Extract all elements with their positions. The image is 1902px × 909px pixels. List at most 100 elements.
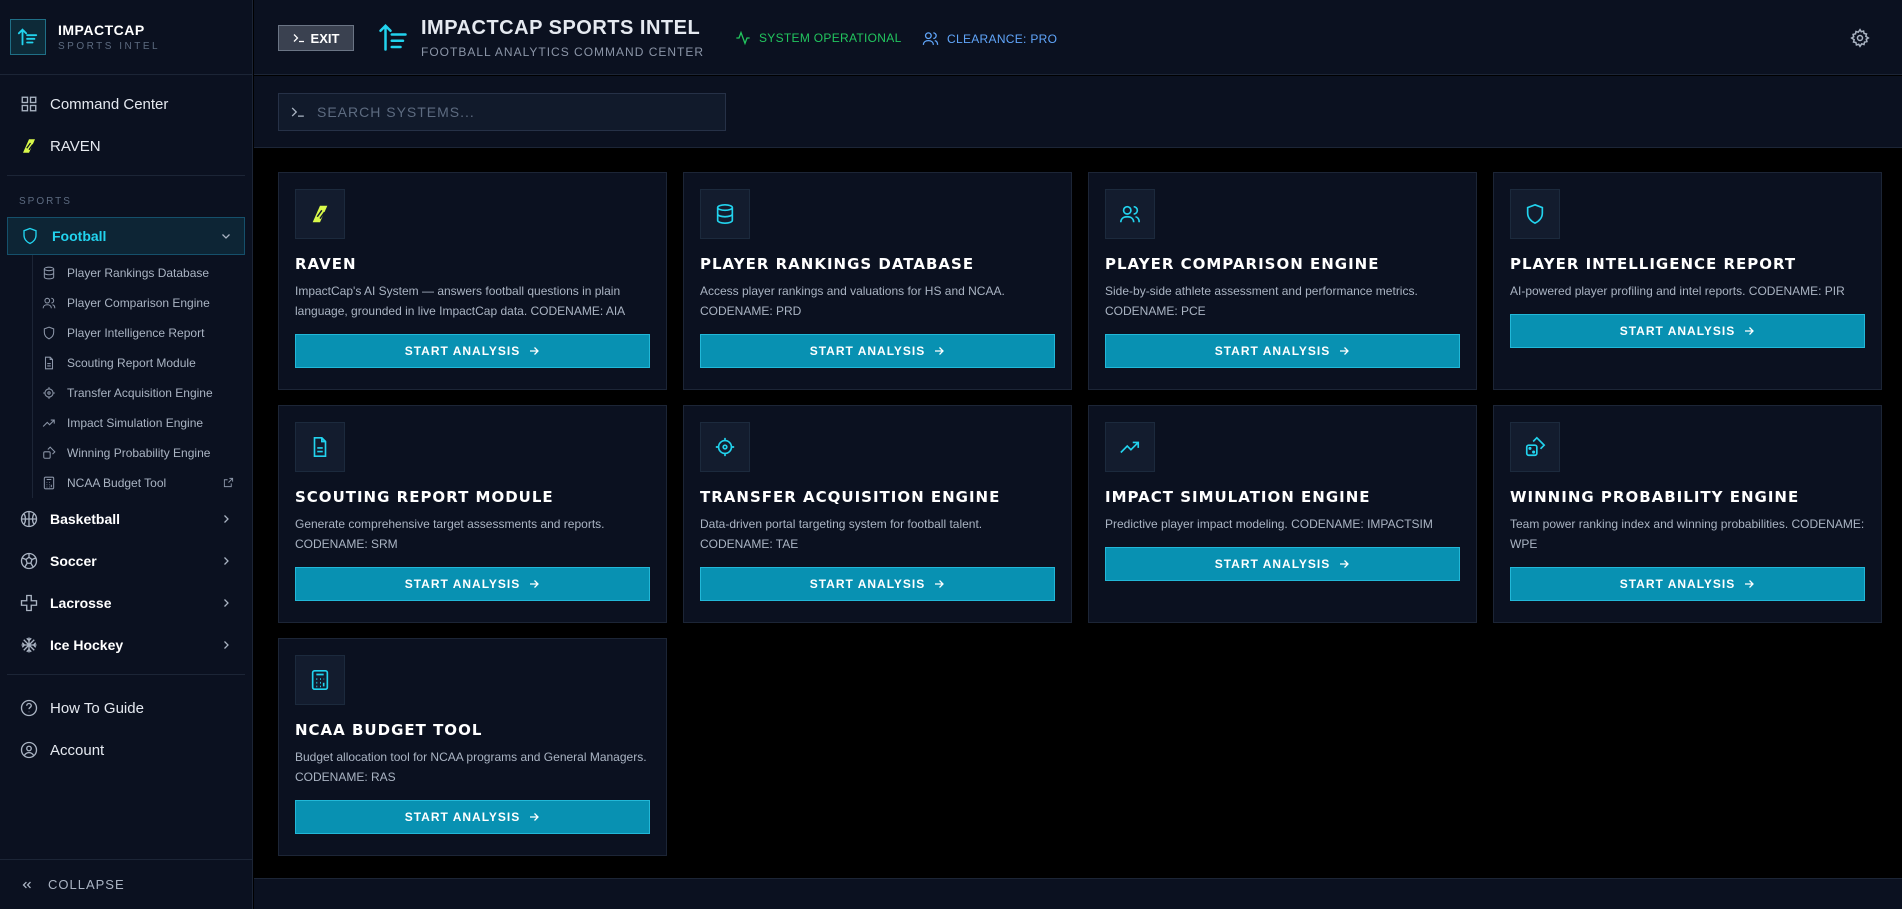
sub-item-impact-simulation[interactable]: Impact Simulation Engine <box>33 408 252 438</box>
button-label: START ANALYSIS <box>809 577 926 591</box>
start-analysis-button[interactable]: START ANALYSIS <box>1510 314 1865 348</box>
card-description: AI-powered player profiling and intel re… <box>1510 284 1845 298</box>
document-icon <box>44 356 54 370</box>
start-analysis-button[interactable]: START ANALYSIS <box>1105 334 1460 368</box>
card-title: PLAYER INTELLIGENCE REPORT <box>1510 255 1797 273</box>
system-card-winning-probability: WINNING PROBABILITY ENGINE Team power ra… <box>1493 405 1882 623</box>
button-label: START ANALYSIS <box>1214 344 1331 358</box>
sidebar-divider <box>7 175 245 176</box>
sport-label: Basketball <box>50 511 121 527</box>
trending-up-icon <box>1120 441 1140 454</box>
card-title: IMPACT SIMULATION ENGINE <box>1105 488 1371 506</box>
sport-lacrosse[interactable]: Lacrosse <box>0 582 252 624</box>
nav-how-to-guide-label: How To Guide <box>50 699 144 717</box>
dice-icon <box>1525 436 1546 457</box>
gear-icon[interactable] <box>1850 28 1870 48</box>
footer-band <box>254 878 1902 909</box>
page-subtitle: FOOTBALL ANALYTICS COMMAND CENTER <box>421 45 705 59</box>
card-icon-box <box>1105 422 1155 472</box>
document-icon <box>313 437 327 457</box>
calculator-icon <box>311 670 329 690</box>
sport-ice-hockey[interactable]: Ice Hockey <box>0 624 252 666</box>
chevron-right-icon <box>224 641 229 649</box>
sub-item-transfer-acquisition[interactable]: Transfer Acquisition Engine <box>33 378 252 408</box>
system-card-player-rankings: PLAYER RANKINGS DATABASE Access player r… <box>683 172 1072 390</box>
button-label: START ANALYSIS <box>404 577 521 591</box>
sub-item-ncaa-budget[interactable]: NCAA Budget Tool <box>33 468 252 498</box>
search-input[interactable] <box>317 104 697 120</box>
arrow-right-icon <box>530 580 540 588</box>
nav-command-center[interactable]: Command Center <box>0 83 252 125</box>
exit-label: EXIT <box>310 30 340 46</box>
sub-item-label: NCAA Budget Tool <box>67 476 167 490</box>
system-card-ncaa-budget: NCAA BUDGET TOOL Budget allocation tool … <box>278 638 667 856</box>
start-analysis-button[interactable]: START ANALYSIS <box>295 800 650 834</box>
sub-item-winning-probability[interactable]: Winning Probability Engine <box>33 438 252 468</box>
page-title: IMPACTCAP SPORTS INTEL <box>421 17 701 39</box>
sport-football[interactable]: Football <box>7 217 245 255</box>
card-title: PLAYER RANKINGS DATABASE <box>700 255 975 273</box>
search-box[interactable] <box>278 93 726 131</box>
button-label: START ANALYSIS <box>1619 324 1736 338</box>
brand-subtitle: SPORTS INTEL <box>58 41 161 52</box>
card-title: PLAYER COMPARISON ENGINE <box>1105 255 1380 273</box>
card-title: SCOUTING REPORT MODULE <box>295 488 554 506</box>
main-content: RAVEN ImpactCap's AI System — answers fo… <box>254 149 1902 909</box>
dice-icon <box>43 446 56 459</box>
sub-item-label: Transfer Acquisition Engine <box>67 386 213 400</box>
sub-item-player-intelligence[interactable]: Player Intelligence Report <box>33 318 252 348</box>
button-label: START ANALYSIS <box>404 344 521 358</box>
start-analysis-button[interactable]: START ANALYSIS <box>295 567 650 601</box>
collapse-label: COLLAPSE <box>48 877 125 892</box>
start-analysis-button[interactable]: START ANALYSIS <box>1510 567 1865 601</box>
sport-soccer[interactable]: Soccer <box>0 540 252 582</box>
chevron-right-icon <box>224 557 229 565</box>
chevrons-left-icon <box>22 881 31 888</box>
shield-icon <box>23 227 37 245</box>
card-icon-box <box>700 422 750 472</box>
shield-icon <box>43 326 55 340</box>
sport-football-label: Football <box>52 228 107 244</box>
sport-label: Soccer <box>50 553 97 569</box>
sub-item-scouting-report[interactable]: Scouting Report Module <box>33 348 252 378</box>
brand[interactable]: IMPACTCAP SPORTS INTEL <box>0 0 252 75</box>
arrow-right-icon <box>1340 347 1350 355</box>
chevron-right-icon <box>224 599 229 607</box>
sub-item-label: Player Rankings Database <box>67 266 210 280</box>
button-label: START ANALYSIS <box>404 810 521 824</box>
system-card-player-intelligence: PLAYER INTELLIGENCE REPORT AI-powered pl… <box>1493 172 1882 390</box>
arrow-right-icon <box>935 580 945 588</box>
sport-label: Ice Hockey <box>50 637 124 653</box>
sub-item-player-rankings[interactable]: Player Rankings Database <box>33 258 252 288</box>
grid-icon <box>21 96 37 112</box>
sport-label: Lacrosse <box>50 595 112 611</box>
external-link-icon[interactable] <box>223 477 234 488</box>
sidebar: IMPACTCAP SPORTS INTEL Command Center RA… <box>0 0 253 909</box>
raven-icon <box>23 139 35 153</box>
top-header: EXIT IMPACTCAP SPORTS INTEL FOOTBALL ANA… <box>254 0 1902 75</box>
sub-item-player-comparison[interactable]: Player Comparison Engine <box>33 288 252 318</box>
start-analysis-button[interactable]: START ANALYSIS <box>700 567 1055 601</box>
card-icon-box <box>295 655 345 705</box>
arrow-right-icon <box>530 347 540 355</box>
button-label: START ANALYSIS <box>1214 557 1331 571</box>
clearance-label: CLEARANCE: PRO <box>947 31 1058 46</box>
start-analysis-button[interactable]: START ANALYSIS <box>1105 547 1460 581</box>
terminal-icon <box>293 34 304 43</box>
start-analysis-button[interactable]: START ANALYSIS <box>700 334 1055 368</box>
card-title: NCAA BUDGET TOOL <box>295 721 483 739</box>
systems-grid: RAVEN ImpactCap's AI System — answers fo… <box>278 172 1882 856</box>
sport-basketball[interactable]: Basketball <box>0 498 252 540</box>
database-icon <box>43 266 55 280</box>
sub-item-label: Impact Simulation Engine <box>67 416 204 430</box>
card-description: Predictive player impact modeling. CODEN… <box>1105 517 1433 531</box>
nav-raven[interactable]: RAVEN <box>0 125 252 167</box>
collapse-button[interactable]: COLLAPSE <box>0 859 253 909</box>
arrow-right-icon <box>1340 560 1350 568</box>
nav-account[interactable]: Account <box>0 729 252 771</box>
nav-how-to-guide[interactable]: How To Guide <box>0 687 252 729</box>
exit-button[interactable]: EXIT <box>278 25 354 51</box>
card-description: ImpactCap's AI System — answers football… <box>295 284 626 318</box>
shield-icon <box>1526 203 1544 225</box>
start-analysis-button[interactable]: START ANALYSIS <box>295 334 650 368</box>
